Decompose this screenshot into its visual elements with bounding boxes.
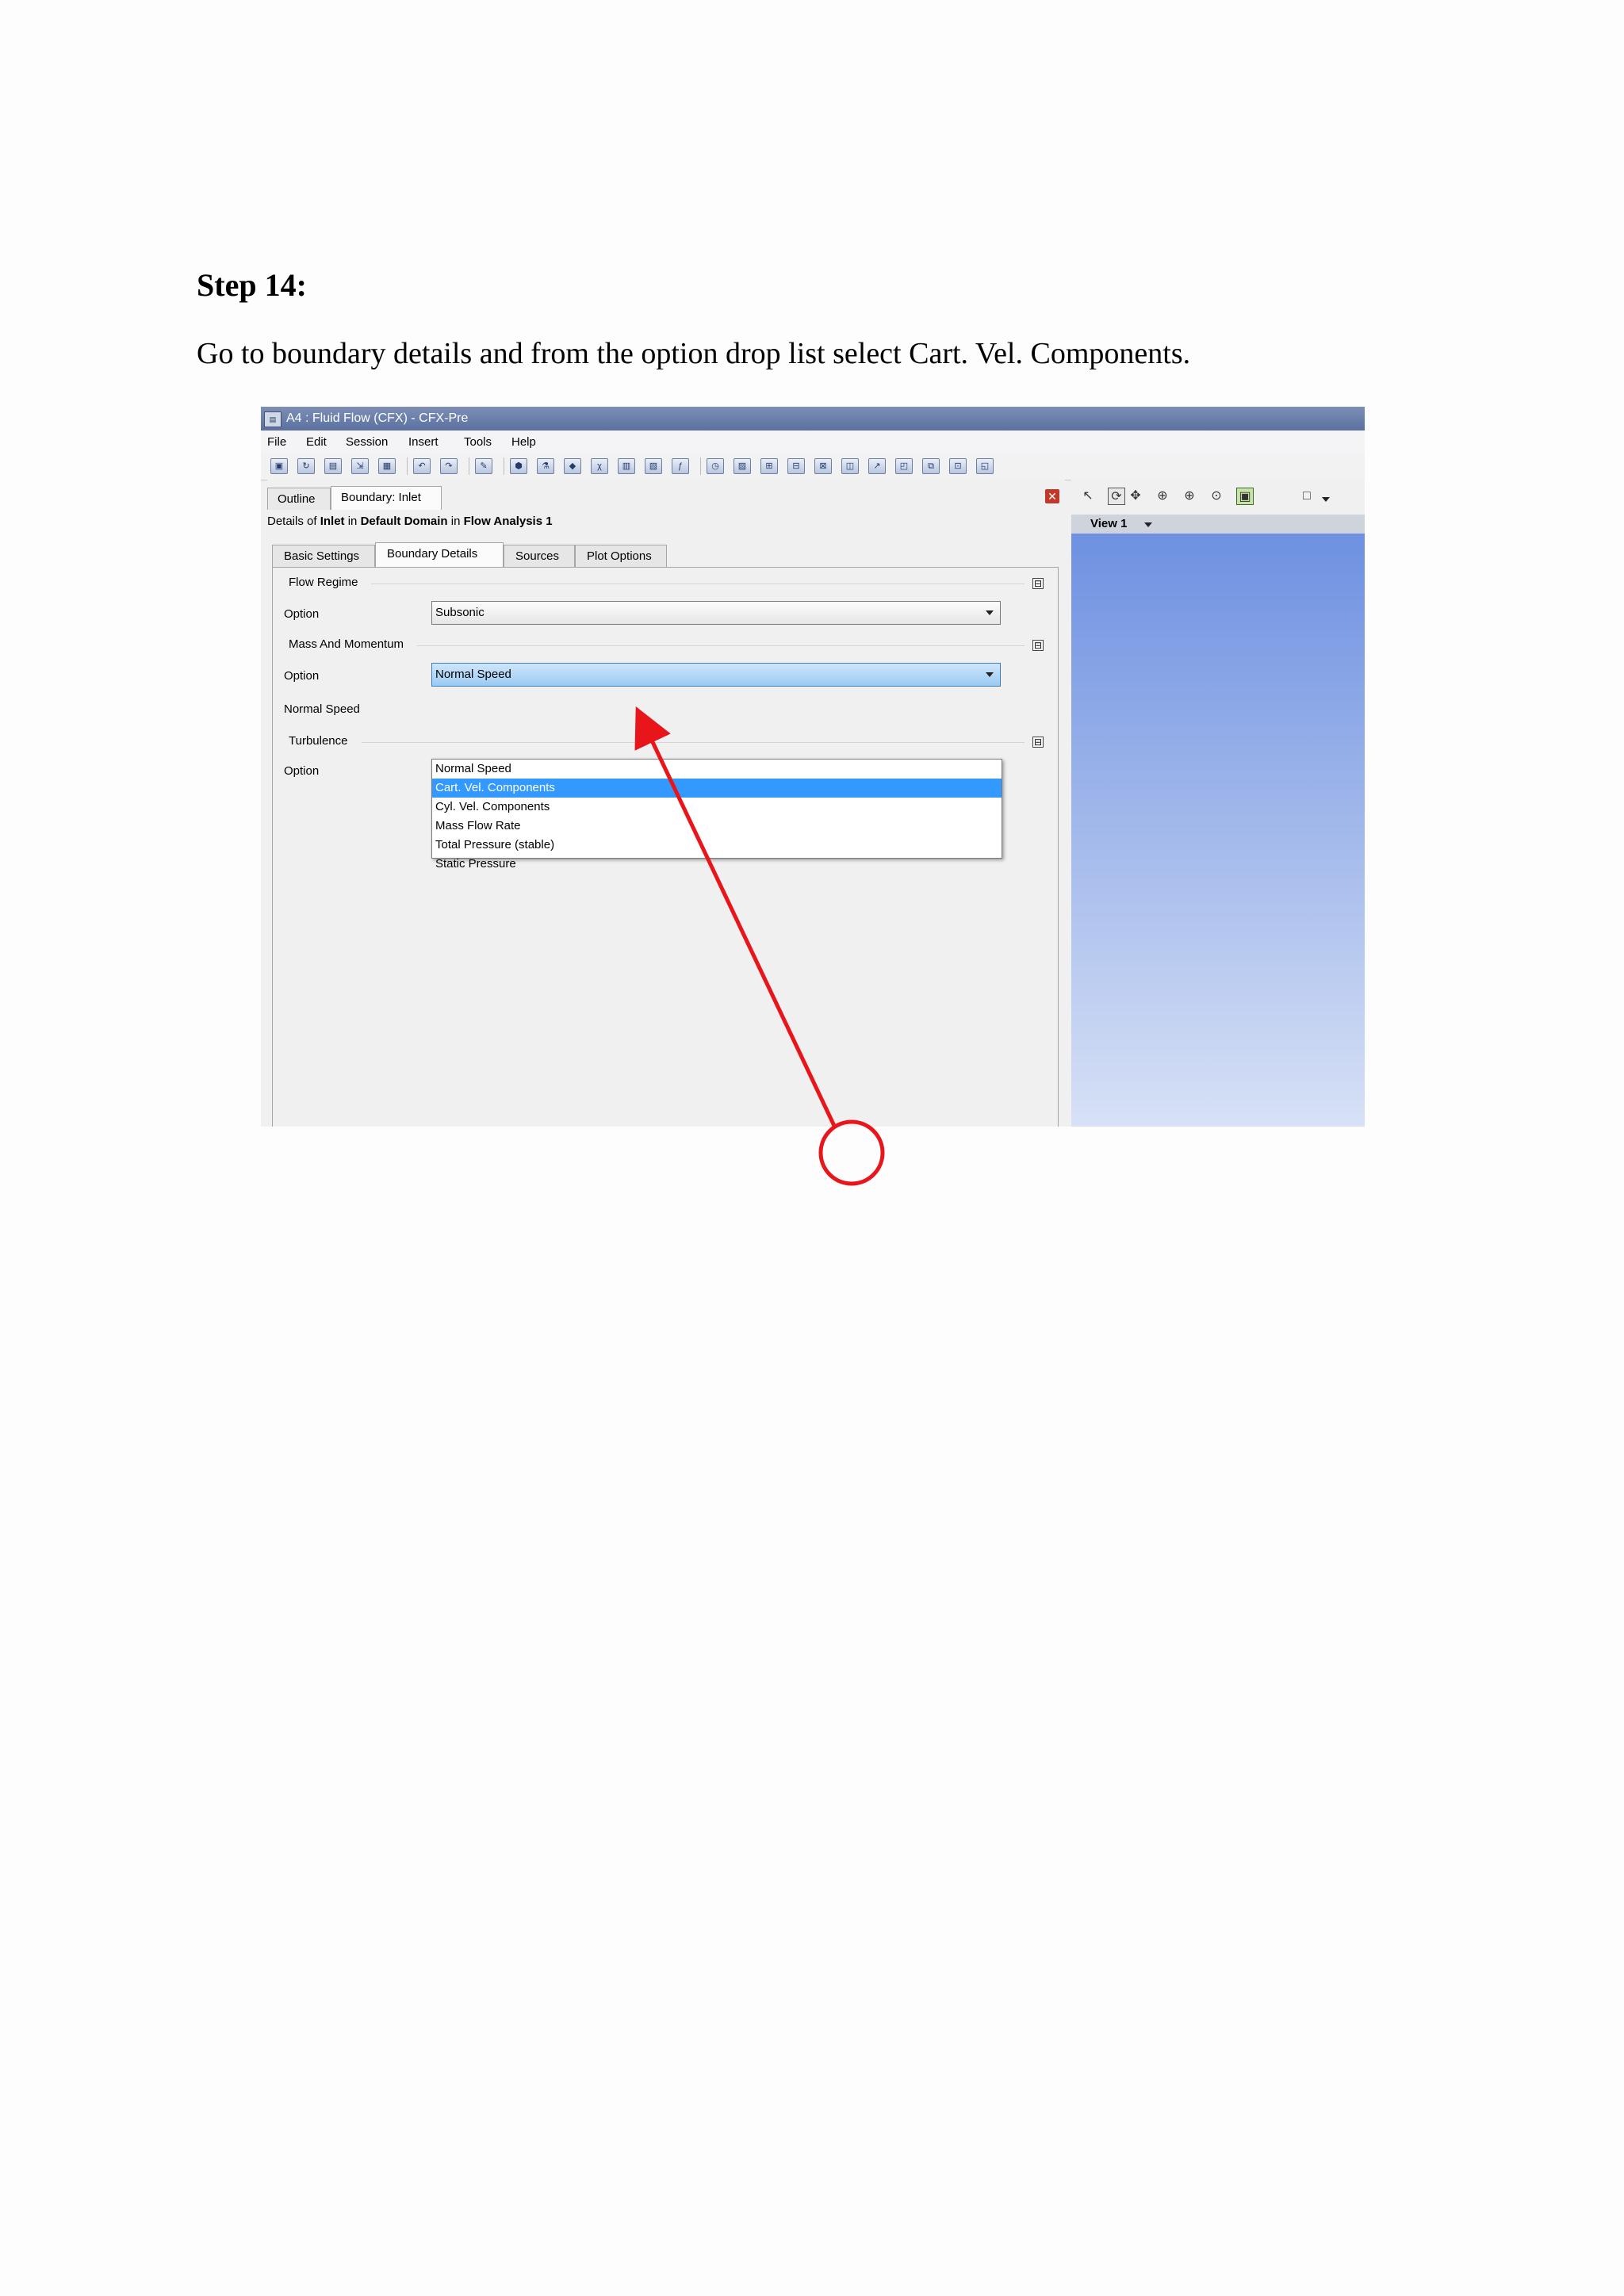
pan-icon[interactable]: ✥ bbox=[1127, 488, 1144, 505]
refresh-icon[interactable]: ↻ bbox=[297, 458, 315, 474]
menu-session[interactable]: Session bbox=[346, 435, 388, 449]
window-titlebar: ▤ A4 : Fluid Flow (CFX) - CFX-Pre bbox=[261, 407, 1365, 430]
dropdown-option-total-pressure[interactable]: Total Pressure (stable) bbox=[432, 836, 1002, 855]
chevron-down-icon bbox=[986, 610, 994, 615]
cfx-pre-screenshot: ▤ A4 : Fluid Flow (CFX) - CFX-Pre File E… bbox=[261, 407, 1365, 1127]
save-icon[interactable]: ▣ bbox=[270, 458, 288, 474]
open-icon[interactable]: ▤ bbox=[324, 458, 342, 474]
dropdown-option-mass-flow[interactable]: Mass Flow Rate bbox=[432, 817, 1002, 836]
group-turbulence: Turbulence bbox=[289, 734, 348, 748]
mass-momentum-option-select[interactable]: Normal Speed bbox=[431, 663, 1001, 687]
step-title: Step 14: bbox=[197, 267, 307, 303]
normal-speed-label: Normal Speed bbox=[284, 702, 360, 716]
menu-bar: File Edit Session Insert Tools Help bbox=[261, 430, 1365, 453]
function-icon[interactable]: ▧ bbox=[645, 458, 662, 474]
fx-icon[interactable]: ƒ bbox=[672, 458, 689, 474]
time-icon[interactable]: ◷ bbox=[707, 458, 724, 474]
boundary-icon[interactable]: ⊞ bbox=[760, 458, 778, 474]
dropdown-option-normal-speed[interactable]: Normal Speed bbox=[432, 760, 1002, 779]
zoom-fit-icon[interactable]: ⊙ bbox=[1208, 488, 1225, 505]
tab-plot-options[interactable]: Plot Options bbox=[575, 545, 667, 567]
viewer-panel: ↖ ⟳ ✥ ⊕ ⊕ ⊙ ▣ □ View 1 bbox=[1071, 480, 1365, 1127]
menu-edit[interactable]: Edit bbox=[306, 435, 327, 449]
zoom-icon[interactable]: ⊕ bbox=[1154, 488, 1171, 505]
main-toolbar: ▣ ↻ ▤ ⇲ ▦ ↶ ↷ ✎ ⬢ ⚗ ◆ χ ▥ ▧ ƒ ◷ ▨ ⊞ ⊟ ⊠ ◫ ↗ ◰ ⧉ ⊡ ◱ bbox=[261, 453, 1365, 480]
details-line: Details of Inlet in Default Domain in Fl… bbox=[267, 515, 553, 528]
undo-icon[interactable]: ↶ bbox=[413, 458, 431, 474]
monitor-icon[interactable]: ◰ bbox=[895, 458, 913, 474]
group-divider bbox=[362, 742, 1025, 743]
velocity-icon[interactable]: ↗ bbox=[868, 458, 886, 474]
menu-file[interactable]: File bbox=[267, 435, 286, 449]
menu-help[interactable]: Help bbox=[511, 435, 536, 449]
dropdown-option-static-pressure[interactable]: Static Pressure bbox=[432, 855, 1002, 874]
menu-tools[interactable]: Tools bbox=[464, 435, 492, 449]
redo-icon[interactable]: ↷ bbox=[440, 458, 458, 474]
cfx-app-icon: ▤ bbox=[264, 411, 282, 427]
chevron-down-icon bbox=[986, 672, 994, 677]
group-divider bbox=[417, 645, 1025, 646]
transform-icon[interactable]: ⧉ bbox=[922, 458, 940, 474]
flow-regime-option-label: Option bbox=[284, 607, 320, 621]
mass-momentum-option-label: Option bbox=[284, 669, 320, 683]
collapse-turbulence-icon[interactable]: ⊟ bbox=[1032, 737, 1044, 748]
mass-momentum-option-value: Normal Speed bbox=[435, 668, 511, 681]
tab-boundary-inlet[interactable]: Boundary: Inlet bbox=[331, 486, 442, 510]
subdomain-icon[interactable]: ⊠ bbox=[814, 458, 832, 474]
tab-sources[interactable]: Sources bbox=[504, 545, 575, 567]
viewport-icon[interactable]: □ bbox=[1298, 488, 1316, 505]
variable-icon[interactable]: ▥ bbox=[618, 458, 635, 474]
mesh-icon[interactable]: ▨ bbox=[733, 458, 751, 474]
dropdown-option-cyl-vel[interactable]: Cyl. Vel. Components bbox=[432, 798, 1002, 817]
zoom-box-icon[interactable]: ⊕ bbox=[1181, 488, 1198, 505]
step-instruction: Go to boundary details and from the opti… bbox=[197, 337, 1191, 370]
collapse-flow-regime-icon[interactable]: ⊟ bbox=[1032, 578, 1044, 589]
annotation-circle bbox=[818, 1119, 885, 1186]
details-panel: Outline Boundary: Inlet ✕ Details of Inl… bbox=[267, 480, 1065, 1127]
view-header: View 1 bbox=[1071, 515, 1365, 534]
highlight-icon[interactable]: ▣ bbox=[1236, 488, 1254, 505]
turbulence-option-label: Option bbox=[284, 764, 320, 778]
tab-basic-settings[interactable]: Basic Settings bbox=[272, 545, 375, 567]
report-icon[interactable]: ▦ bbox=[378, 458, 396, 474]
domain-icon[interactable]: ⬢ bbox=[510, 458, 527, 474]
import-icon[interactable]: ⇲ bbox=[351, 458, 369, 474]
tab-boundary-details[interactable]: Boundary Details bbox=[375, 542, 504, 567]
chevron-down-icon[interactable] bbox=[1144, 522, 1152, 527]
edit-icon[interactable]: ✎ bbox=[475, 458, 492, 474]
group-flow-regime: Flow Regime bbox=[289, 576, 358, 589]
group-mass-momentum: Mass And Momentum bbox=[289, 637, 404, 651]
close-icon[interactable]: ✕ bbox=[1045, 489, 1059, 503]
window-title: A4 : Fluid Flow (CFX) - CFX-Pre bbox=[286, 411, 469, 425]
tab-outline[interactable]: Outline bbox=[267, 488, 331, 510]
source-icon[interactable]: ◫ bbox=[841, 458, 859, 474]
flow-regime-option-value: Subsonic bbox=[435, 606, 485, 619]
select-icon[interactable]: ↖ bbox=[1079, 488, 1097, 505]
viewer-toolbar: ↖ ⟳ ✥ ⊕ ⊕ ⊙ ▣ □ bbox=[1071, 480, 1365, 507]
interface-icon[interactable]: ⊟ bbox=[787, 458, 805, 474]
dropdown-option-cart-vel[interactable]: Cart. Vel. Components bbox=[432, 779, 1002, 798]
collapse-mass-momentum-icon[interactable]: ⊟ bbox=[1032, 640, 1044, 651]
reaction-icon[interactable]: ◆ bbox=[564, 458, 581, 474]
menu-insert[interactable]: Insert bbox=[408, 435, 439, 449]
output-icon[interactable]: ◱ bbox=[976, 458, 994, 474]
flow-regime-option-select[interactable]: Subsonic bbox=[431, 601, 1001, 625]
material-icon[interactable]: ⚗ bbox=[537, 458, 554, 474]
solver-icon[interactable]: ⊡ bbox=[949, 458, 967, 474]
option-dropdown-list: Normal Speed Cart. Vel. Components Cyl. … bbox=[431, 759, 1002, 871]
chevron-down-icon[interactable] bbox=[1322, 497, 1330, 502]
toolbar-separator bbox=[407, 457, 408, 475]
toolbar-separator bbox=[700, 457, 701, 475]
rotate-icon[interactable]: ⟳ bbox=[1108, 488, 1125, 505]
expression-icon[interactable]: χ bbox=[591, 458, 608, 474]
view-label[interactable]: View 1 bbox=[1090, 517, 1127, 530]
3d-view-area[interactable]: View 1 bbox=[1071, 515, 1365, 1127]
